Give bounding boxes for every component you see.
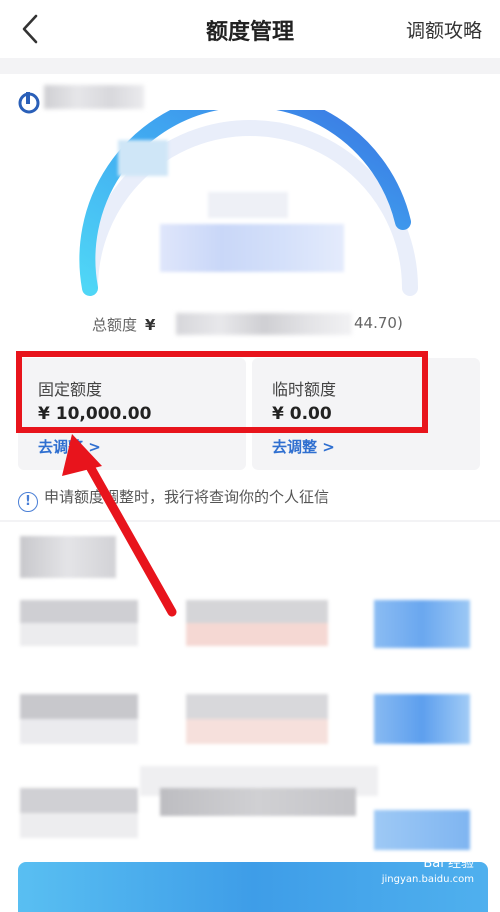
list-item-button-redacted[interactable] xyxy=(374,694,470,744)
fixed-quota-adjust-link[interactable]: 去调整 > xyxy=(38,436,101,457)
available-amount-redacted xyxy=(160,224,344,272)
list-item xyxy=(186,694,328,744)
highlight-annotation-box xyxy=(16,351,428,433)
total-quota-label: 总额度 xyxy=(92,316,138,334)
list-item xyxy=(160,788,356,816)
list-item xyxy=(20,694,138,744)
bank-name-redacted xyxy=(44,85,144,109)
info-icon: ! xyxy=(18,492,38,512)
list-item-button-redacted[interactable] xyxy=(374,810,470,850)
total-quota-currency: ¥ xyxy=(145,316,156,334)
temp-quota-adjust-link[interactable]: 去调整 > xyxy=(272,436,335,457)
total-quota-tail: 44.70) xyxy=(354,314,403,332)
credit-notice: ! 申请额度调整时，我行将查询你的个人征信 xyxy=(18,486,329,512)
watermark-url: jingyan.baidu.com xyxy=(381,874,474,885)
list-header-redacted xyxy=(20,536,116,578)
bank-logo-icon xyxy=(18,92,40,114)
available-label-redacted xyxy=(208,192,288,218)
nav-bar: 额度管理 调额攻略 xyxy=(0,0,500,58)
list-item xyxy=(20,600,138,646)
credit-notice-text: 申请额度调整时，我行将查询你的个人征信 xyxy=(44,488,330,506)
total-quota-row: 总额度 ¥ xyxy=(92,314,155,335)
gauge-blur-square xyxy=(118,140,168,176)
adjust-strategy-link[interactable]: 调额攻略 xyxy=(406,16,482,43)
watermark: Bai 经验 jingyan.baidu.com xyxy=(382,856,474,888)
back-button[interactable] xyxy=(14,10,48,48)
total-quota-value-redacted xyxy=(176,313,352,335)
watermark-brand: Bai 经验 xyxy=(423,856,474,871)
list-item-button-redacted[interactable] xyxy=(374,600,470,648)
list-item xyxy=(186,600,328,646)
list-item xyxy=(20,788,138,838)
chevron-left-icon xyxy=(22,14,38,44)
